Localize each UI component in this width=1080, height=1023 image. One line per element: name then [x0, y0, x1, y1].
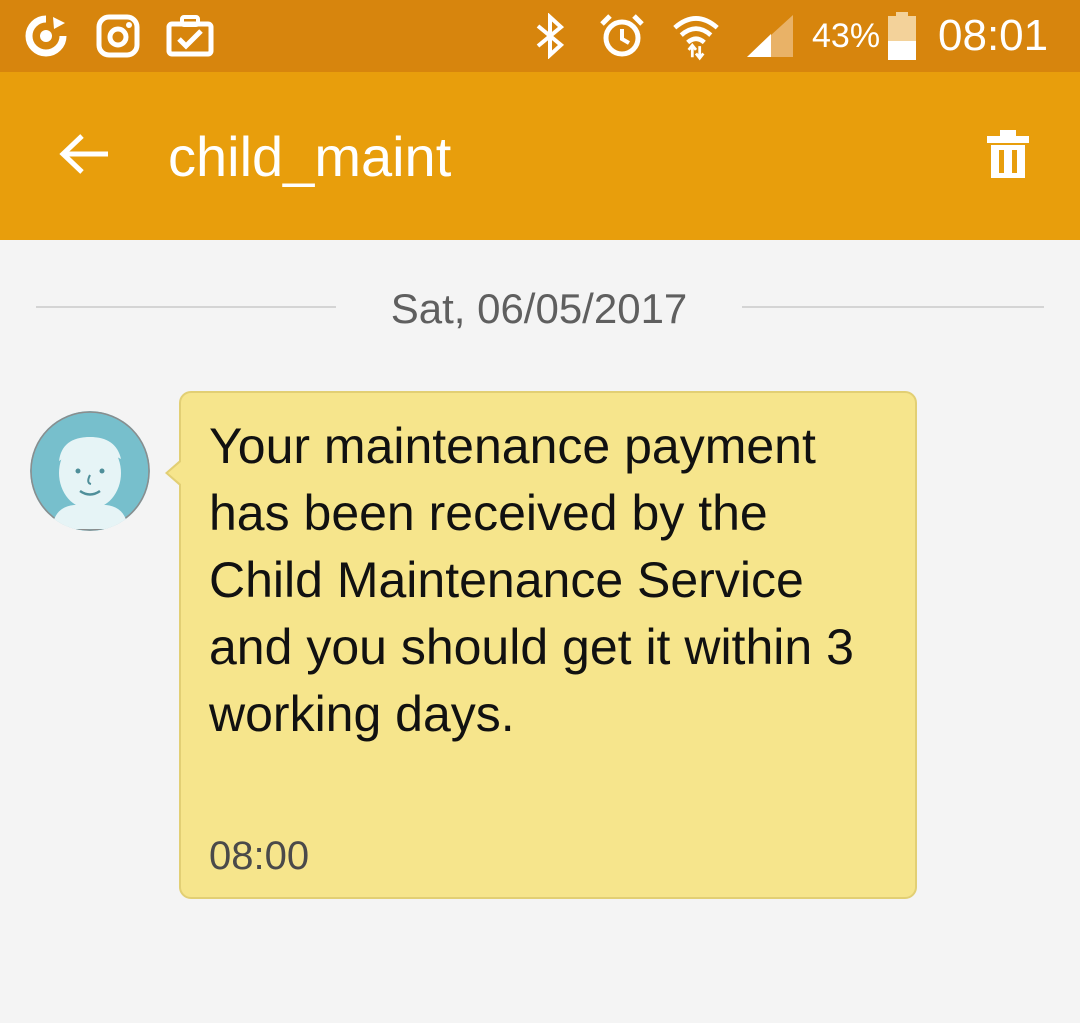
message-timestamp: 08:00	[209, 834, 310, 878]
conversation-title: child_maint	[168, 125, 452, 188]
wifi-icon	[672, 12, 720, 61]
signal-icon	[744, 12, 796, 60]
date-separator: Sat, 06/05/2017	[36, 284, 1044, 340]
delete-button[interactable]	[976, 122, 1040, 190]
date-label: Sat, 06/05/2017	[390, 285, 688, 332]
message-bubble[interactable]: Your maintenance payment has been receiv…	[165, 391, 917, 899]
status-bar: 43% 08:01	[0, 0, 1080, 72]
status-clock: 08:01	[938, 11, 1049, 60]
bubble-tail	[165, 459, 182, 487]
trash-icon	[985, 128, 1031, 185]
avatar[interactable]	[30, 411, 150, 531]
back-arrow-icon	[58, 132, 110, 181]
bluetooth-icon	[526, 12, 574, 60]
back-button[interactable]	[52, 124, 116, 188]
default-contact-avatar-icon	[30, 411, 150, 531]
battery-percentage: 43%	[812, 17, 881, 55]
divider	[36, 306, 336, 308]
alarm-icon	[598, 12, 646, 60]
message-text: Your maintenance payment has been receiv…	[209, 418, 854, 742]
instagram-icon	[94, 12, 142, 60]
sync-icon	[22, 12, 70, 60]
divider	[742, 306, 1044, 308]
battery-icon	[884, 12, 920, 60]
briefcase-check-icon	[166, 12, 214, 60]
app-bar: child_maint	[0, 72, 1080, 240]
